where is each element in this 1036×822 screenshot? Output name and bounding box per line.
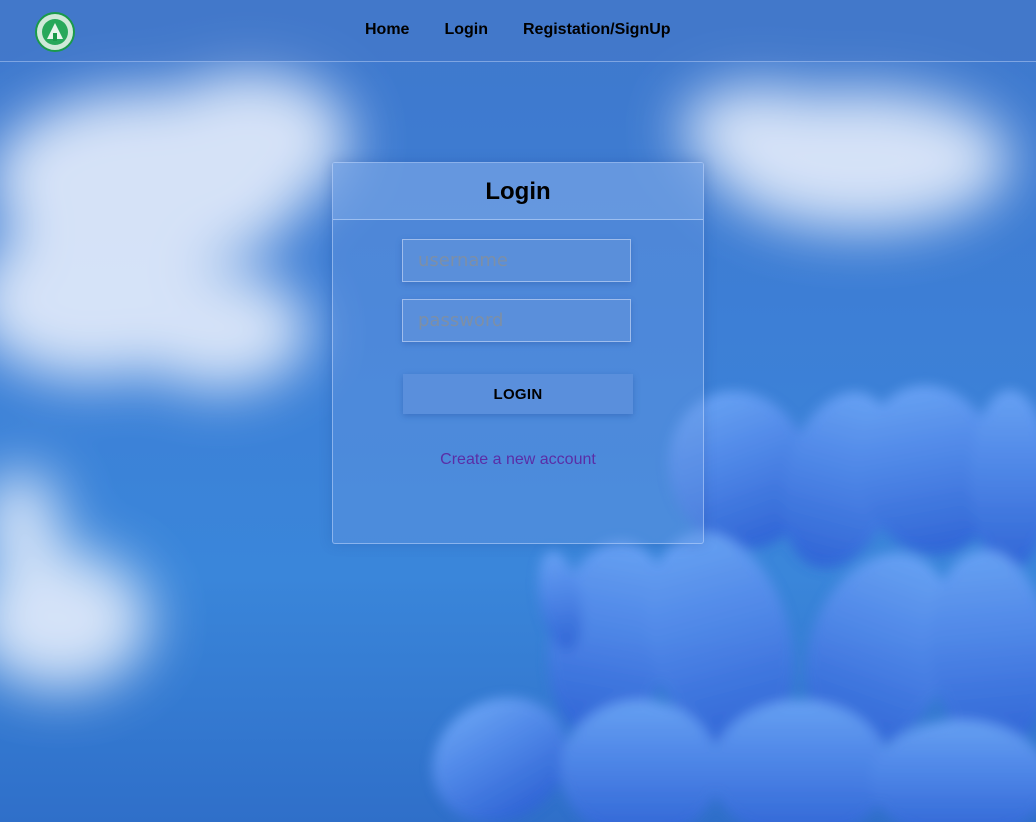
login-button[interactable]: LOGIN (403, 374, 633, 414)
top-navigation-bar: Home Login Registation/SignUp (0, 0, 1036, 62)
main-nav: Home Login Registation/SignUp (365, 20, 671, 40)
logo-icon[interactable] (34, 11, 76, 53)
nav-home-link[interactable]: Home (365, 20, 409, 40)
login-card: Login LOGIN Create a new account (332, 162, 704, 544)
create-account-link[interactable]: Create a new account (333, 451, 703, 469)
nav-signup-link[interactable]: Registation/SignUp (523, 20, 671, 40)
username-input[interactable] (402, 239, 631, 282)
nav-login-link[interactable]: Login (444, 20, 488, 40)
login-card-header: Login (333, 163, 703, 220)
password-input[interactable] (402, 299, 631, 342)
login-title: Login (485, 178, 551, 205)
login-page: Home Login Registation/SignUp Login LOGI… (0, 0, 1036, 822)
